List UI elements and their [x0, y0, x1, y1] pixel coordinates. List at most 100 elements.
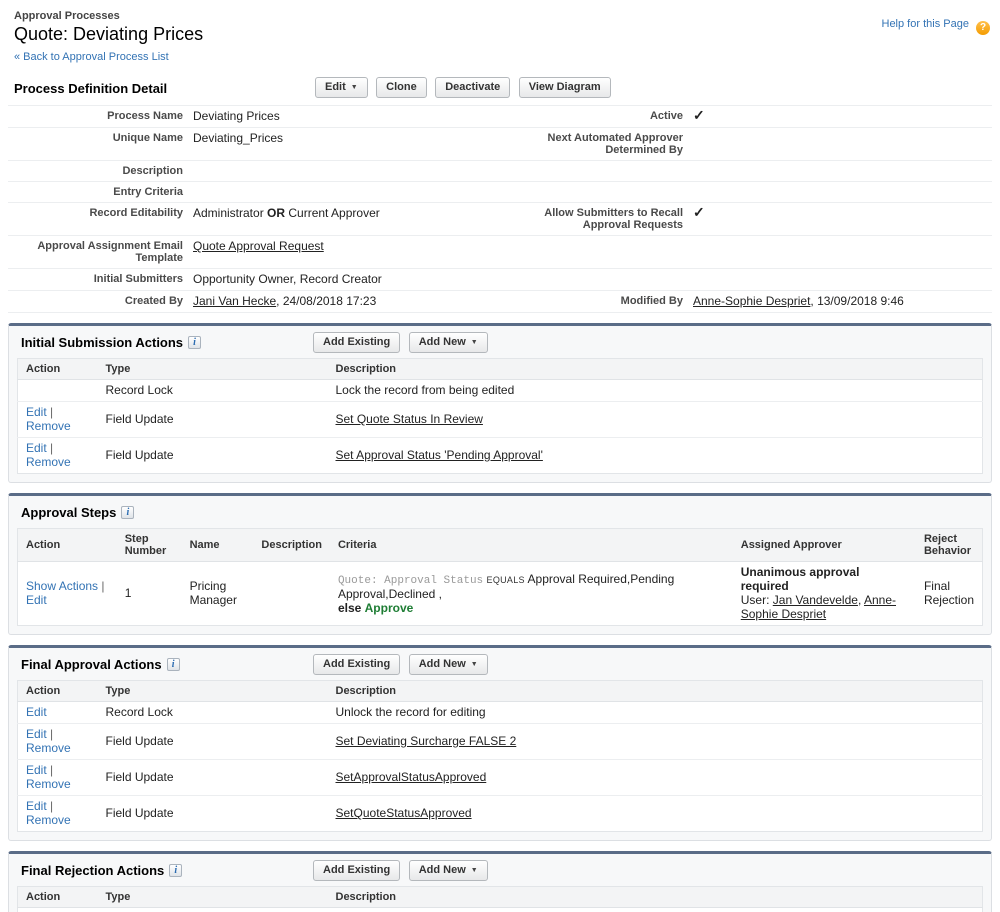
- info-icon[interactable]: i: [121, 506, 134, 519]
- info-icon[interactable]: i: [169, 864, 182, 877]
- description-link[interactable]: Set Deviating Surcharge FALSE 2: [336, 734, 517, 748]
- column-header-action: Action: [18, 529, 117, 562]
- column-header-action: Action: [18, 887, 98, 908]
- section-buttons: Add Existing Add New▼: [313, 860, 488, 881]
- unique-name-value: Deviating_Prices: [193, 131, 513, 145]
- add-existing-button[interactable]: Add Existing: [313, 860, 400, 881]
- action-table-row: Edit | RemoveField UpdateSet Approval St…: [18, 438, 983, 474]
- action-type: Record Lock: [98, 908, 328, 912]
- back-to-list-link[interactable]: « Back to Approval Process List: [8, 51, 169, 63]
- action-table-row: Edit | RemoveField UpdateSetQuoteStatusA…: [18, 796, 983, 832]
- approval-step-row: Show Actions | Edit 1 Pricing Manager Qu…: [18, 562, 983, 626]
- action-table-row: Record LockLock the record from being ed…: [18, 380, 983, 402]
- field-label: Record Editability: [8, 206, 183, 219]
- detail-row: Process Name Deviating Prices Active ✓: [8, 106, 992, 128]
- description-link[interactable]: Set Quote Status In Review: [336, 412, 483, 426]
- remove-link[interactable]: Remove: [26, 813, 71, 827]
- field-label: Unique Name: [8, 131, 183, 144]
- criteria-field: Quote: Approval Status: [338, 575, 483, 587]
- approver-user-link[interactable]: Jan Vandevelde: [773, 593, 858, 607]
- field-label: Description: [8, 164, 183, 177]
- email-template-link[interactable]: Quote Approval Request: [193, 239, 324, 253]
- info-icon[interactable]: i: [188, 336, 201, 349]
- row-actions-cell: Edit | Remove: [18, 760, 98, 796]
- initial-submission-actions-table: ActionTypeDescriptionRecord LockLock the…: [17, 358, 983, 474]
- help-for-this-page-link[interactable]: Help for this Page: [882, 18, 969, 30]
- final-approval-actions-section: Final Approval Actions i Add Existing Add…: [8, 645, 992, 841]
- detail-row: Description: [8, 161, 992, 182]
- description-link[interactable]: Set Approval Status 'Pending Approval': [336, 448, 543, 462]
- deactivate-button[interactable]: Deactivate: [435, 77, 510, 98]
- process-definition-detail-header: Process Definition Detail Edit▼ Clone De…: [8, 77, 992, 101]
- section-header: Final Approval Actions i Add Existing Add…: [17, 654, 983, 680]
- add-new-button[interactable]: Add New▼: [409, 654, 488, 675]
- section-title: Initial Submission Actions: [17, 332, 183, 350]
- process-name-value: Deviating Prices: [193, 109, 513, 123]
- edit-link[interactable]: Edit: [26, 763, 47, 777]
- final-rejection-actions-table: ActionTypeDescriptionEditRecord LockUnlo…: [17, 886, 983, 912]
- column-header-type: Type: [98, 887, 328, 908]
- column-header-step-number: Step Number: [117, 529, 182, 562]
- section-header: Approval Stepsi: [17, 502, 983, 528]
- criteria-else-line: else Approve: [338, 601, 725, 615]
- edit-link[interactable]: Edit: [26, 705, 47, 719]
- show-actions-link[interactable]: Show Actions: [26, 579, 98, 593]
- row-actions-cell: Edit | Remove: [18, 796, 98, 832]
- modified-by-user-link[interactable]: Anne-Sophie Despriet: [693, 294, 810, 308]
- column-header-name: Name: [182, 529, 254, 562]
- detail-buttons: Edit▼ Clone Deactivate View Diagram: [315, 77, 611, 98]
- column-header-action: Action: [18, 359, 98, 380]
- approval-process-detail-page: Approval Processes Quote: Deviating Pric…: [0, 0, 1000, 912]
- action-type: Record Lock: [98, 380, 328, 402]
- remove-link[interactable]: Remove: [26, 777, 71, 791]
- field-label: Created By: [8, 294, 183, 307]
- final-approval-actions-table: ActionTypeDescriptionEditRecord LockUnlo…: [17, 680, 983, 832]
- remove-link[interactable]: Remove: [26, 455, 71, 469]
- remove-link[interactable]: Remove: [26, 741, 71, 755]
- edit-step-link[interactable]: Edit: [26, 593, 47, 607]
- edit-link[interactable]: Edit: [26, 727, 47, 741]
- edit-button[interactable]: Edit▼: [315, 77, 368, 98]
- add-new-button[interactable]: Add New▼: [409, 332, 488, 353]
- info-icon[interactable]: i: [167, 658, 180, 671]
- add-new-button[interactable]: Add New▼: [409, 860, 488, 881]
- chevron-down-icon: ▼: [351, 84, 358, 91]
- approval-steps-table: ActionStep NumberNameDescriptionCriteria…: [17, 528, 983, 626]
- step-name: Pricing Manager: [182, 562, 254, 626]
- description-link[interactable]: SetQuoteStatusApproved: [336, 806, 472, 820]
- action-table-row: EditRecord LockUnlock the record for edi…: [18, 908, 983, 912]
- view-diagram-button[interactable]: View Diagram: [519, 77, 611, 98]
- section-buttons: Add Existing Add New▼: [313, 332, 488, 353]
- field-label: Active: [523, 109, 683, 122]
- help-question-icon[interactable]: ?: [976, 21, 990, 35]
- criteria-operator: EQUALS: [487, 575, 525, 585]
- edit-link[interactable]: Edit: [26, 441, 47, 455]
- clone-button[interactable]: Clone: [376, 77, 427, 98]
- modified-by-value: Anne-Sophie Despriet, 13/09/2018 9:46: [693, 294, 992, 308]
- page-header: Approval Processes Quote: Deviating Pric…: [8, 10, 992, 67]
- action-type: Field Update: [98, 724, 328, 760]
- remove-link[interactable]: Remove: [26, 419, 71, 433]
- initial-submission-actions-section: Initial Submission Actions i Add Existing…: [8, 323, 992, 483]
- action-type: Record Lock: [98, 702, 328, 724]
- column-header-assigned-approver: Assigned Approver: [733, 529, 916, 562]
- created-by-user-link[interactable]: Jani Van Hecke: [193, 294, 276, 308]
- record-editability-value: Administrator OR Current Approver: [193, 206, 513, 220]
- action-type: Field Update: [98, 760, 328, 796]
- add-existing-button[interactable]: Add Existing: [313, 654, 400, 675]
- action-table-row: Edit | RemoveField Update SetApprovalStat…: [18, 760, 983, 796]
- chevron-down-icon: ▼: [471, 661, 478, 668]
- add-existing-button[interactable]: Add Existing: [313, 332, 400, 353]
- detail-row: Record Editability Administrator OR Curr…: [8, 203, 992, 236]
- edit-link[interactable]: Edit: [26, 799, 47, 813]
- column-header-action: Action: [18, 681, 98, 702]
- field-label: Process Name: [8, 109, 183, 122]
- active-checkmark-icon: ✓: [693, 109, 992, 121]
- section-title: Final Approval Actions: [17, 654, 162, 672]
- edit-link[interactable]: Edit: [26, 405, 47, 419]
- field-label: Next Automated Approver Determined By: [523, 131, 683, 156]
- detail-row: Approval Assignment Email Template Quote…: [8, 236, 992, 269]
- separator: |: [47, 727, 53, 741]
- approver-mode: Unanimous approval required: [741, 565, 908, 593]
- description-link[interactable]: SetApprovalStatusApproved: [336, 770, 487, 784]
